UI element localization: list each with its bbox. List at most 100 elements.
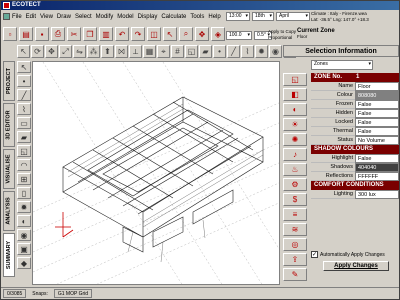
menu-view[interactable]: View [40,14,53,20]
mirror-icon[interactable]: ⇋ [73,45,86,58]
camera-icon[interactable]: ◉ [269,45,282,58]
menu-model[interactable]: Model [117,14,133,20]
extrude-icon[interactable]: ⬆ [101,45,114,58]
zone-icon[interactable]: ◱ [185,45,198,58]
pointer-icon[interactable]: ↖ [163,27,177,41]
menu-edit[interactable]: Edit [26,14,36,20]
apply-changes-button[interactable]: Apply Changes [323,261,389,271]
polyline-icon[interactable]: ⌇ [241,45,254,58]
wind-icon[interactable]: ≋ [283,223,307,236]
snaps-value[interactable]: G1 MOP Grid [53,289,93,298]
camera-icon[interactable]: ◉ [17,229,31,241]
property-value[interactable]: 808080 [355,91,399,100]
node-icon[interactable]: ◆ [17,257,31,269]
report-icon[interactable]: ≡ [283,208,307,221]
object-type-select[interactable]: Zones [311,60,373,70]
acoustic-icon[interactable]: ♪ [283,148,307,161]
property-value[interactable]: No Volume [355,136,399,145]
property-value[interactable]: False [355,127,399,136]
pan-icon[interactable]: ✥ [195,27,209,41]
zoom-icon[interactable]: ⌕ [179,27,193,41]
pointer-icon[interactable]: ↖ [17,61,31,73]
tab-summary[interactable]: SUMMARY [3,233,15,277]
script-icon[interactable]: ✎ [283,268,307,281]
plane-icon[interactable]: ▰ [199,45,212,58]
save-icon[interactable]: ▪ [35,27,49,41]
zone-icon[interactable]: ◱ [17,145,31,157]
model-viewport[interactable] [32,61,280,285]
cube-icon[interactable]: ◫ [147,27,161,41]
light-icon[interactable]: ✹ [17,201,31,213]
menu-display[interactable]: Display [138,14,158,20]
light-icon[interactable]: ✹ [255,45,268,58]
zoom-field[interactable]: 100.0 [226,31,252,40]
rectangle-icon[interactable]: ▭ [17,117,31,129]
split-icon[interactable]: ⟂ [129,45,142,58]
point-icon[interactable]: • [213,45,226,58]
copy-icon[interactable]: ❐ [83,27,97,41]
select-icon[interactable]: ↖ [17,45,30,58]
group-icon[interactable]: ▦ [143,45,156,58]
line-icon[interactable]: ╱ [227,45,240,58]
property-value[interactable]: 300 lux [355,190,399,199]
move-icon[interactable]: ✥ [45,45,58,58]
open-icon[interactable]: ▤ [19,27,33,41]
time-select[interactable]: 13:00 [226,12,250,21]
polyline-icon[interactable]: ⌇ [17,103,31,115]
window-icon[interactable]: ⊞ [17,173,31,185]
property-value[interactable]: FFFFFF [355,172,399,181]
cost-icon[interactable]: $ [283,193,307,206]
menu-select[interactable]: Select [75,14,92,20]
auto-apply-checkbox[interactable]: ✓ [311,251,318,258]
tab-analysis[interactable]: ANALYSIS [3,191,15,231]
property-value[interactable]: 404040 [355,163,399,172]
day-select[interactable]: 18th [252,12,274,21]
sun-icon[interactable]: ☀ [283,118,307,131]
door-icon[interactable]: ▯ [17,187,31,199]
rotate-icon[interactable]: ⟳ [31,45,44,58]
shading-icon[interactable]: ◐ [283,103,307,116]
snap-icon[interactable]: ⌖ [157,45,170,58]
zone-icon[interactable]: ◱ [283,73,307,86]
export-icon[interactable]: ⇪ [283,253,307,266]
property-value[interactable]: False [355,100,399,109]
appliance-icon[interactable]: ▣ [17,243,31,255]
plane-icon[interactable]: ▰ [17,131,31,143]
menu-draw[interactable]: Draw [57,14,71,20]
render-icon[interactable]: ◈ [211,27,225,41]
menu-calculate[interactable]: Calculate [161,14,186,20]
current-zone[interactable]: Current Zone Floor [297,28,335,40]
cut-icon[interactable]: ✂ [67,27,81,41]
join-icon[interactable]: ⨝ [115,45,128,58]
property-value[interactable]: False [355,154,399,163]
auto-apply-option[interactable]: ✓ Automatically Apply Changes [311,251,385,258]
menu-help[interactable]: Help [208,14,220,20]
tab-project[interactable]: PROJECT [3,61,15,101]
property-value[interactable]: Floor [355,82,399,91]
paste-icon[interactable]: ▥ [99,27,113,41]
menu-tools[interactable]: Tools [190,14,204,20]
redo-icon[interactable]: ↷ [131,27,145,41]
grid-icon[interactable]: # [171,45,184,58]
menu-modify[interactable]: Modify [96,14,114,20]
scale-icon[interactable]: ⤢ [59,45,72,58]
tab-visualise[interactable]: VISUALISE [3,149,15,189]
property-value[interactable]: False [355,109,399,118]
new-file-icon[interactable]: ▫ [3,27,17,41]
lighting-icon[interactable]: ✺ [283,133,307,146]
undo-icon[interactable]: ↶ [115,27,129,41]
print-icon[interactable]: ⎙ [51,27,65,41]
month-select[interactable]: April [276,12,310,21]
point-icon[interactable]: • [17,75,31,87]
eye-icon[interactable]: ◎ [283,238,307,251]
property-value[interactable]: False [355,118,399,127]
speaker-icon[interactable]: ◐ [17,215,31,227]
arc-icon[interactable]: ◠ [17,159,31,171]
apply-to-copy[interactable]: Apply to Copy Proportional [268,29,296,41]
menu-file[interactable]: File [12,14,22,20]
thermal-icon[interactable]: ♨ [283,163,307,176]
material-icon[interactable]: ◧ [283,88,307,101]
array-icon[interactable]: ⁂ [87,45,100,58]
resource-icon[interactable]: ⚙ [283,178,307,191]
line-icon[interactable]: ╱ [17,89,31,101]
